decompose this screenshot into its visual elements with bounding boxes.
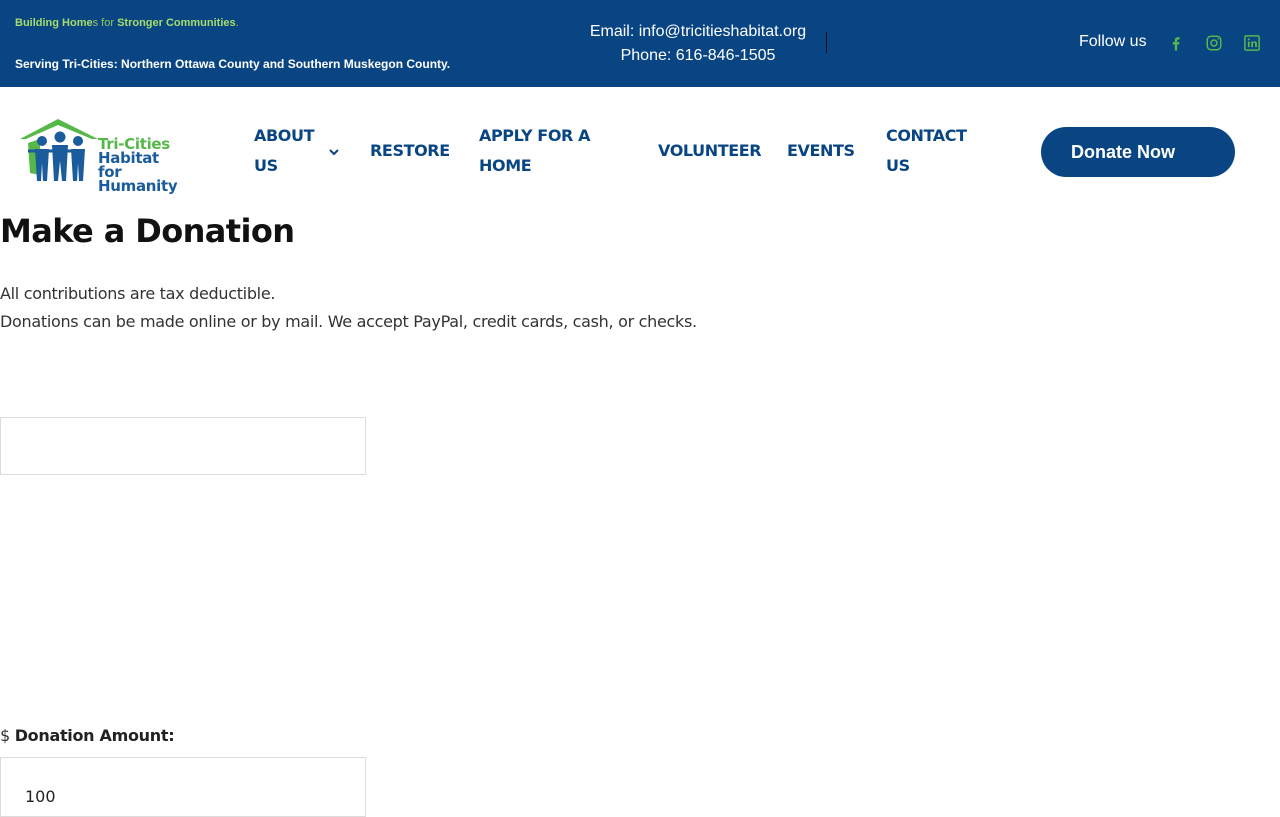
nav-events[interactable]: EVENTS — [787, 136, 855, 166]
top-info-bar: Building Homes for Stronger Communities.… — [0, 0, 1280, 87]
habitat-logo[interactable]: Tri-Cities Habitat for Humanity — [18, 117, 186, 194]
service-area-text: Serving Tri-Cities: Northern Ottawa Coun… — [15, 57, 451, 71]
nav-about-us[interactable]: ABOUT US — [254, 121, 314, 181]
donation-amount-input[interactable] — [0, 757, 366, 817]
follow-us-label: Follow us — [1079, 33, 1147, 50]
phone-link[interactable]: Phone: 616-846-1505 — [578, 44, 818, 68]
embedded-form-field[interactable] — [0, 417, 366, 475]
payment-methods-text: Donations can be made online or by mail.… — [0, 312, 697, 331]
nav-contact-us[interactable]: CONTACT US — [886, 121, 967, 181]
nav-volunteer[interactable]: VOLUNTEER — [658, 136, 762, 166]
facebook-icon[interactable] — [1166, 33, 1186, 53]
email-link[interactable]: Email: info@tricitieshabitat.org — [578, 20, 818, 44]
tax-deductible-text: All contributions are tax deductible. — [0, 284, 276, 303]
logo-text: Tri-Cities Habitat for Humanity — [98, 135, 178, 195]
instagram-icon[interactable] — [1204, 33, 1224, 53]
tagline: Building Homes for Stronger Communities. — [15, 17, 239, 29]
divider — [826, 32, 827, 53]
nav-restore[interactable]: RESTORE — [370, 136, 450, 166]
nav-apply-for-a-home[interactable]: APPLY FOR A HOME — [479, 121, 591, 181]
linkedin-icon[interactable] — [1242, 33, 1262, 53]
logo-mark-icon — [20, 119, 98, 181]
contact-info: Email: info@tricitieshabitat.org Phone: … — [578, 20, 818, 68]
donation-amount-label: $ Donation Amount: — [0, 726, 175, 745]
donate-now-button[interactable]: Donate Now — [1041, 127, 1235, 177]
chevron-down-icon[interactable] — [327, 145, 341, 159]
page-title: Make a Donation — [0, 212, 295, 250]
main-navigation: Tri-Cities Habitat for Humanity ABOUT US… — [0, 87, 1280, 217]
